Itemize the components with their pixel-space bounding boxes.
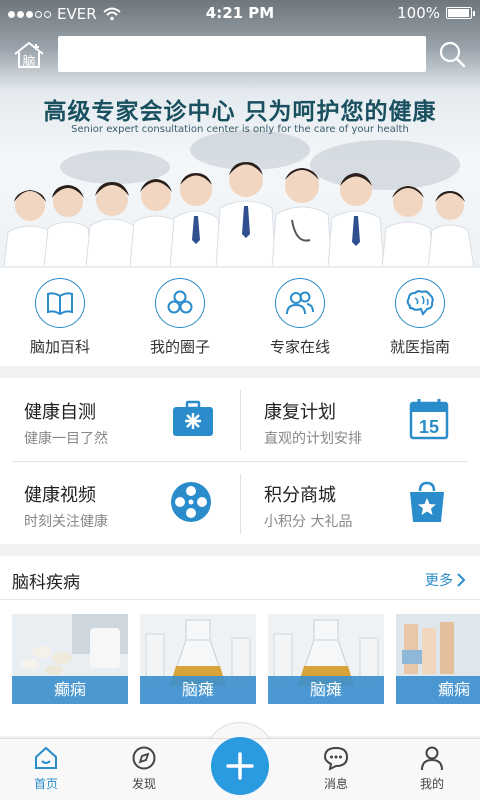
tab-label: 首页: [33, 777, 58, 791]
feature-title: 健康自测: [24, 402, 96, 423]
disease-card-label: 脑瘫: [268, 676, 384, 704]
tab-home[interactable]: 首页: [16, 745, 76, 792]
tab-me[interactable]: 我的: [402, 745, 462, 792]
chat-bubble-icon: [323, 746, 349, 771]
calendar-day-text: 15: [419, 417, 439, 437]
search-icon[interactable]: [438, 40, 466, 68]
disease-card-label: 癫痫: [12, 676, 128, 704]
tab-label: 发现: [131, 777, 156, 791]
divider: [12, 461, 468, 462]
quick-nav-encyclopedia[interactable]: 脑加百科: [0, 268, 120, 366]
status-bar: EVER 4:21 PM 100%: [0, 0, 480, 28]
chevron-right-icon: [457, 573, 466, 587]
logo-text: 脑: [22, 55, 36, 70]
quick-nav-label: 就医指南: [389, 338, 450, 356]
disease-cards: 癫痫 脑瘫 脑瘫 癫痫: [12, 614, 480, 704]
battery-fill: [448, 9, 469, 17]
disease-card[interactable]: 脑瘫: [268, 614, 384, 704]
feature-health-test[interactable]: 健康自测 健康一目了然: [0, 378, 240, 461]
shopping-bag-icon: [410, 481, 444, 522]
film-reel-icon: [171, 482, 211, 522]
disease-card-label: 癫痫: [396, 676, 480, 704]
feature-grid: 健康自测 健康一目了然 康复计划 直观的计划安排 15 健康视频 时刻关注健康 …: [0, 378, 480, 544]
quick-nav-label: 脑加百科: [29, 338, 90, 356]
feature-subtitle: 小积分 大礼品: [264, 514, 353, 530]
feature-recovery-plan[interactable]: 康复计划 直观的计划安排 15: [240, 378, 480, 461]
feature-title: 积分商城: [264, 485, 336, 506]
medical-kit-icon: [173, 400, 213, 436]
add-button[interactable]: [211, 737, 269, 795]
banner-title: 高级专家会诊中心 只为呵护您的健康: [43, 98, 437, 125]
quick-nav-circle[interactable]: 我的圈子: [120, 268, 240, 366]
feature-title: 健康视频: [24, 485, 96, 506]
calendar-icon: 15: [409, 399, 449, 440]
hero-banner[interactable]: EVER 4:21 PM 100% 脑 高级专家会诊中心 只为呵护您的健康 Se…: [0, 0, 480, 268]
search-input[interactable]: [58, 36, 426, 72]
disease-section: 脑科疾病 更多 癫痫 脑瘫 脑瘫 癫痫: [0, 556, 480, 736]
plus-icon: [226, 752, 254, 780]
tab-discover[interactable]: 发现: [114, 745, 174, 792]
divider: [240, 474, 241, 534]
app-logo[interactable]: 脑: [12, 40, 46, 70]
quick-nav-guide[interactable]: 就医指南: [360, 268, 480, 366]
brain-icon: [406, 290, 434, 316]
circle-swirl-icon: [167, 290, 193, 314]
battery-icon: [446, 7, 475, 19]
disease-section-header: 脑科疾病 更多: [0, 556, 480, 600]
disease-card[interactable]: 癫痫: [12, 614, 128, 704]
tab-messages[interactable]: 消息: [306, 745, 366, 792]
more-link[interactable]: 更多: [425, 570, 466, 590]
tab-label: 消息: [323, 777, 348, 791]
feature-points-mall[interactable]: 积分商城 小积分 大礼品: [240, 461, 480, 544]
battery-percent: 100%: [397, 4, 440, 22]
tab-label: 我的: [419, 777, 444, 791]
home-icon: [35, 746, 57, 769]
quick-nav-label: 专家在线: [269, 338, 330, 356]
divider: [240, 390, 241, 450]
feature-subtitle: 健康一目了然: [24, 431, 108, 447]
disease-card[interactable]: 癫痫: [396, 614, 480, 704]
feature-health-video[interactable]: 健康视频 时刻关注健康: [0, 461, 240, 544]
people-icon: [286, 291, 314, 315]
compass-icon: [132, 746, 156, 770]
quick-nav-label: 我的圈子: [149, 338, 210, 356]
doctors-photo: [0, 162, 480, 268]
quick-nav: 脑加百科 我的圈子 专家在线 就医指南: [0, 268, 480, 366]
feature-title: 康复计划: [264, 402, 336, 423]
person-icon: [421, 746, 443, 771]
disease-card-label: 脑瘫: [140, 676, 256, 704]
banner-subtitle: Senior expert consultation center is onl…: [71, 124, 409, 135]
feature-subtitle: 直观的计划安排: [264, 431, 362, 447]
disease-card[interactable]: 脑瘫: [140, 614, 256, 704]
quick-nav-experts[interactable]: 专家在线: [240, 268, 360, 366]
feature-subtitle: 时刻关注健康: [24, 514, 108, 530]
section-title: 脑科疾病: [12, 573, 80, 593]
more-label: 更多: [425, 573, 453, 589]
book-icon: [47, 292, 73, 316]
